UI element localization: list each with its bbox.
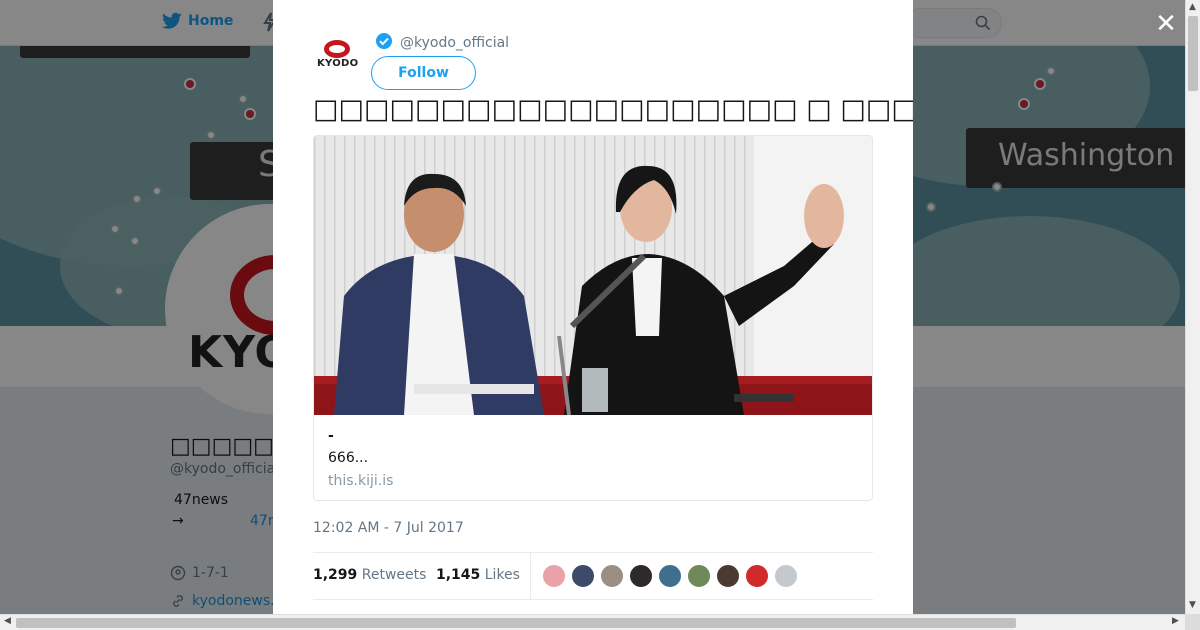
tweet-timestamp[interactable]: 12:02 AM - 7 Jul 2017 [313,520,464,536]
scroll-down-icon[interactable]: ▼ [1189,600,1196,610]
liker-avatar[interactable] [716,564,740,588]
tweet-modal: KYODO @kyodo_official Follow □□□□□□□□□□□… [273,0,913,614]
tweet-text: □□□□□□□□□□□□□□□□□□□ □ □□□□□□□□□□□ [313,94,913,125]
verified-badge-icon [376,33,392,49]
scroll-right-icon[interactable]: ▶ [1172,616,1179,626]
liker-avatar[interactable] [687,564,711,588]
scroll-up-icon[interactable]: ▲ [1189,2,1196,12]
liker-avatars [542,564,798,588]
liker-avatar[interactable] [571,564,595,588]
horizontal-scrollbar[interactable]: ◀ ▶ [0,614,1185,630]
card-title: - [328,428,334,444]
liker-avatar[interactable] [542,564,566,588]
tweet-author-handle[interactable]: @kyodo_official [400,35,509,51]
likes-count: 1,145 [436,567,481,583]
liker-avatar[interactable] [600,564,624,588]
liker-avatar[interactable] [658,564,682,588]
likes-stat[interactable]: 1,145 Likes [436,567,520,583]
liker-avatar[interactable] [774,564,798,588]
card-description: 666... [328,450,369,466]
liker-avatar[interactable] [745,564,769,588]
retweets-label: Retweets [361,567,427,583]
tweet-avatar-text: KYODO [317,58,359,69]
card-domain: this.kiji.is [328,473,394,489]
follow-button[interactable]: Follow [371,56,476,90]
retweets-stat[interactable]: 1,299 Retweets [313,567,426,583]
tweet-author-avatar[interactable]: KYODO [313,32,361,80]
vertical-scrollbar[interactable]: ▲ ▼ [1185,0,1200,614]
link-card[interactable]: - 666... this.kiji.is [313,135,873,501]
scrollbar-corner [1185,614,1200,630]
card-photo [314,136,872,415]
likes-label: Likes [484,567,520,583]
retweets-count: 1,299 [313,567,358,583]
close-icon[interactable]: ✕ [1154,11,1178,37]
tweet-stats: 1,299 Retweets 1,145 Likes [313,552,873,600]
liker-avatar[interactable] [629,564,653,588]
scroll-left-icon[interactable]: ◀ [4,616,11,626]
